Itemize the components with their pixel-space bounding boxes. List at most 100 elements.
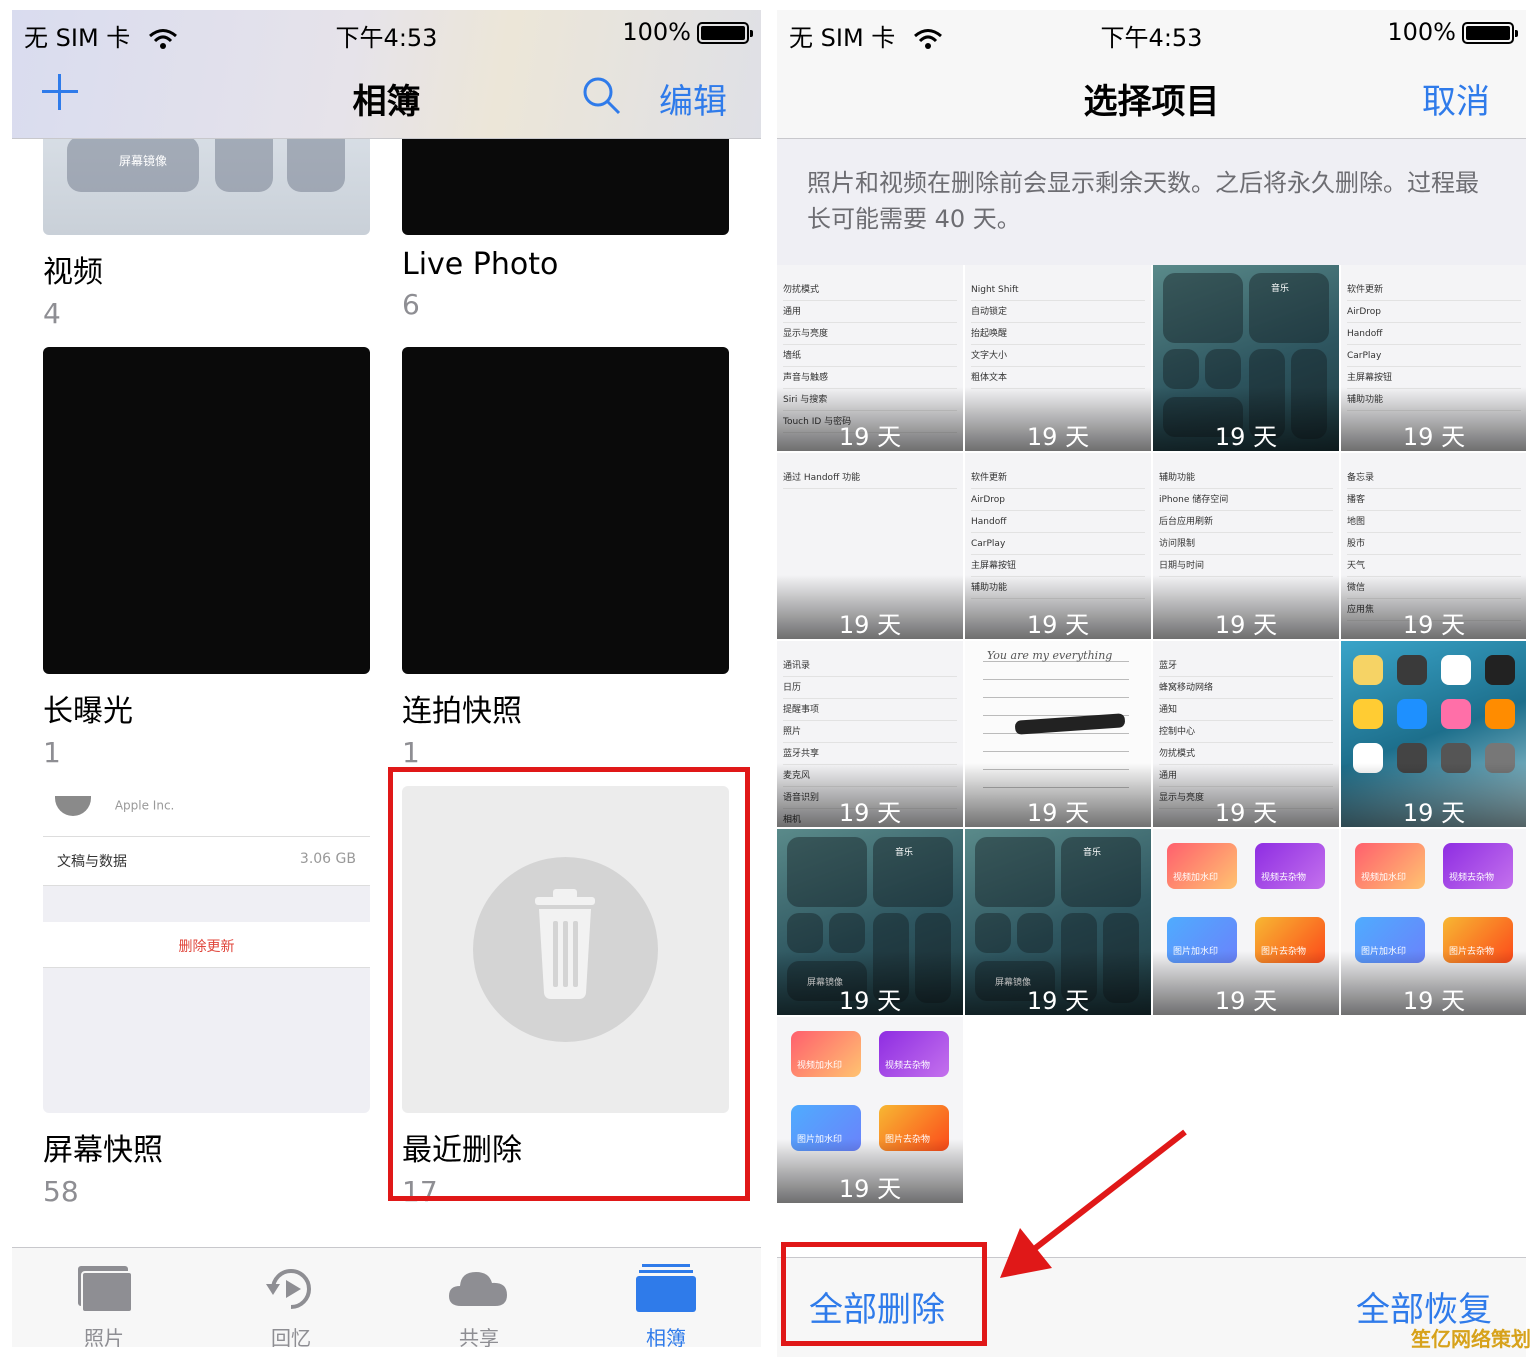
deleted-item-10[interactable]: You are my everything 19 天 xyxy=(965,641,1151,827)
battery-icon xyxy=(1462,22,1518,44)
gear-icon xyxy=(55,796,91,816)
days-remaining-label: 19 天 xyxy=(1341,951,1526,1015)
days-remaining-label: 19 天 xyxy=(1341,387,1526,451)
tab-shared[interactable]: 共享 xyxy=(419,1262,539,1351)
settings-row: 蓝牙 xyxy=(1159,655,1333,677)
control-tile xyxy=(1017,913,1053,953)
shortcut-label: 视频去杂物 xyxy=(1261,873,1307,883)
days-remaining-label: 19 天 xyxy=(965,951,1151,1015)
control-tile xyxy=(829,913,865,953)
deleted-item-4[interactable]: 软件更新AirDropHandoffCarPlay主屏幕按钮辅助功能19 天 xyxy=(1341,265,1526,451)
deleted-item-6[interactable]: 软件更新AirDropHandoffCarPlay主屏幕按钮辅助功能19 天 xyxy=(965,453,1151,639)
handwriting-text: You are my everything xyxy=(987,649,1113,662)
battery-percent: 100% xyxy=(1387,18,1456,46)
album-screenshots[interactable]: Apple Inc. 文稿与数据 3.06 GB 删除更新 屏幕快照 58 xyxy=(43,786,370,1208)
settings-row: 勿扰模式 xyxy=(1159,743,1333,765)
scribble-mark xyxy=(1014,713,1126,735)
album-thumbnail xyxy=(402,347,729,674)
highlight-box xyxy=(388,767,750,1201)
album-count: 4 xyxy=(43,297,61,330)
album-name: 连拍快照 xyxy=(402,694,522,729)
navigation-bar: 无 SIM 卡 下午4:53 100% 选择项目 取消 xyxy=(777,10,1526,139)
days-remaining-label: 19 天 xyxy=(1153,387,1339,451)
tab-memories[interactable]: 回忆 xyxy=(231,1262,351,1351)
delete-all-highlight-box xyxy=(781,1242,987,1346)
tab-albums[interactable]: 相簿 xyxy=(606,1262,726,1351)
row-label: 文稿与数据 xyxy=(57,854,127,870)
album-count: 58 xyxy=(43,1175,79,1208)
watermark-label: 笙亿网络策划 xyxy=(1411,1327,1531,1351)
settings-row: Handoff xyxy=(1347,323,1521,345)
deleted-item-16[interactable]: 视频加水印视频去杂物图片加水印图片去杂物19 天 xyxy=(1341,829,1526,1015)
control-tile xyxy=(1163,349,1199,389)
settings-row: 软件更新 xyxy=(971,467,1145,489)
note-line xyxy=(983,697,1129,698)
edit-button[interactable]: 编辑 xyxy=(659,74,727,123)
settings-row: 股市 xyxy=(1347,533,1521,555)
settings-row: 软件更新 xyxy=(1347,279,1521,301)
cloud-icon xyxy=(449,1272,507,1306)
settings-row: 文字大小 xyxy=(971,345,1145,367)
deleted-item-15[interactable]: 视频加水印视频去杂物图片加水印图片去杂物19 天 xyxy=(1153,829,1339,1015)
settings-row: 主屏幕按钮 xyxy=(971,555,1145,577)
days-remaining-label: 19 天 xyxy=(1341,763,1526,827)
days-remaining-label: 19 天 xyxy=(777,951,963,1015)
deleted-item-2[interactable]: Night Shift 自动锁定 抬起唤醒 文字大小 粗体文本 19 天 xyxy=(965,265,1151,451)
settings-row: 日历 xyxy=(783,677,957,699)
tab-bar: 照片 回忆 共享 相簿 xyxy=(12,1247,761,1350)
album-count: 1 xyxy=(43,736,61,769)
settings-row: 地图 xyxy=(1347,511,1521,533)
deleted-item-9[interactable]: 通讯录日历提醒事项照片蓝牙共享麦克风语音识别相机19 天 xyxy=(777,641,963,827)
deleted-item-1[interactable]: 勿扰模式通用显示与亮度墙纸声音与触感Siri 与搜索Touch ID 与密码19… xyxy=(777,265,963,451)
deleted-item-5[interactable]: 通过 Handoff 功能 19 天 xyxy=(777,453,963,639)
settings-row: 控制中心 xyxy=(1159,721,1333,743)
deleted-item-8[interactable]: 备忘录播客地图股市天气微信应用焦19 天 xyxy=(1341,453,1526,639)
days-remaining-label: 19 天 xyxy=(1153,951,1339,1015)
cancel-button[interactable]: 取消 xyxy=(1422,74,1490,123)
album-long-exposure[interactable]: 长曝光 1 xyxy=(43,347,370,769)
page-title: 选择项目 xyxy=(1083,82,1220,122)
tab-photos[interactable]: 照片 xyxy=(44,1262,164,1351)
screen-mirroring-label: 屏幕镜像 xyxy=(119,154,168,168)
app-icon xyxy=(1397,655,1427,685)
deleted-item-12[interactable]: 19 天 xyxy=(1341,641,1526,827)
deleted-item-11[interactable]: 蓝牙蜂窝移动网络通知控制中心勿扰模式通用显示与亮度19 天 xyxy=(1153,641,1339,827)
search-icon xyxy=(583,77,621,115)
control-tile xyxy=(975,913,1011,953)
memories-icon xyxy=(266,1269,311,1309)
settings-row: AirDrop xyxy=(971,489,1145,511)
albums-icon xyxy=(636,1264,696,1312)
tab-label: 共享 xyxy=(459,1326,499,1350)
delete-update-label: 删除更新 xyxy=(43,922,370,968)
album-name: 视频 xyxy=(43,255,103,290)
control-label: 音乐 xyxy=(895,848,914,858)
deleted-item-13[interactable]: 音乐屏幕镜像19 天 xyxy=(777,829,963,1015)
deleted-item-14[interactable]: 音乐屏幕镜像19 天 xyxy=(965,829,1151,1015)
shortcut-label: 视频去杂物 xyxy=(1449,873,1495,883)
settings-row: CarPlay xyxy=(971,533,1145,555)
shortcut-label: 视频去杂物 xyxy=(885,1061,931,1071)
deleted-item-3[interactable]: 音乐 19 天 xyxy=(1153,265,1339,451)
control-tile xyxy=(787,837,867,907)
battery-icon xyxy=(697,22,753,44)
days-remaining-label: 19 天 xyxy=(777,763,963,827)
control-tile xyxy=(1163,273,1243,343)
search-button[interactable] xyxy=(582,76,622,120)
settings-row: 日期与时间 xyxy=(1159,555,1333,577)
days-remaining-label: 19 天 xyxy=(777,387,963,451)
days-remaining-label: 19 天 xyxy=(965,763,1151,827)
tab-label: 相簿 xyxy=(646,1326,686,1350)
deleted-item-7[interactable]: 辅助功能 iPhone 储存空间 后台应用刷新 访问限制 日期与时间 19 天 xyxy=(1153,453,1339,639)
note-line xyxy=(983,679,1129,680)
tab-label: 照片 xyxy=(84,1326,124,1350)
album-bursts[interactable]: 连拍快照 1 xyxy=(402,347,729,769)
settings-row: 勿扰模式 xyxy=(783,279,957,301)
control-label: 音乐 xyxy=(1083,848,1102,858)
settings-row: 显示与亮度 xyxy=(783,323,957,345)
deleted-item-17[interactable]: 视频加水印视频去杂物图片加水印图片去杂物19 天 xyxy=(777,1017,963,1203)
albums-screen: 屏幕镜像 视频 4 Live Photo 6 长曝光 1 连拍快照 1 Appl… xyxy=(12,0,761,1358)
settings-row: 蜂窝移动网络 xyxy=(1159,677,1333,699)
settings-row: 主屏幕按钮 xyxy=(1347,367,1521,389)
settings-row: 通过 Handoff 功能 xyxy=(783,467,957,489)
app-icon xyxy=(1353,655,1383,685)
